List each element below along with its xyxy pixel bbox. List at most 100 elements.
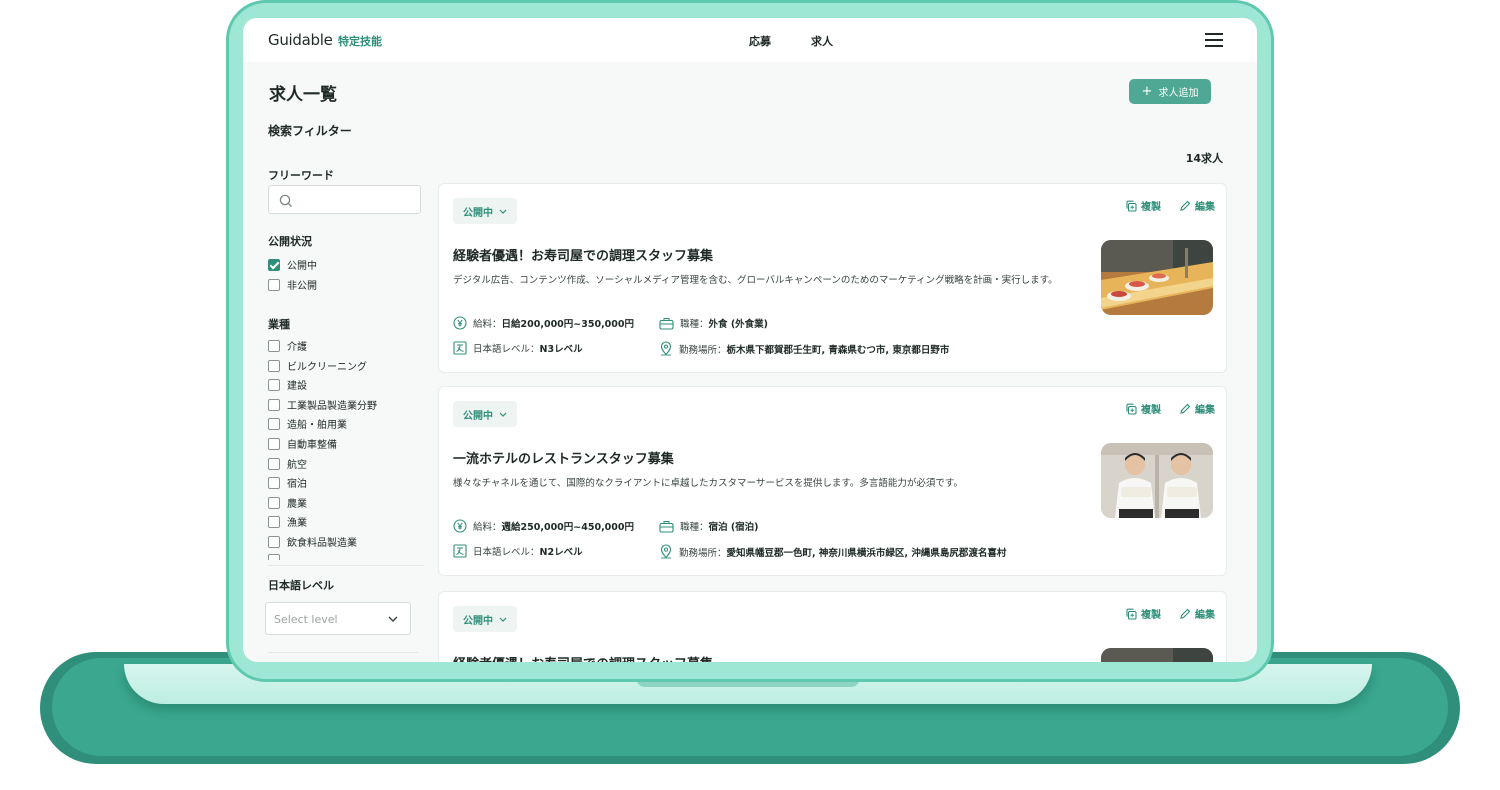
- job-description: 様々なチャネルを通じて、国際的なクライアントに卓越したカスタマーサービスを提供し…: [453, 478, 963, 489]
- edit-button[interactable]: 編集: [1179, 606, 1215, 621]
- status-label: 公開中: [463, 207, 493, 219]
- sushi-photo: [1101, 648, 1213, 662]
- japanese-level-select[interactable]: Select level: [265, 602, 411, 635]
- copy-icon: [1126, 608, 1137, 620]
- japanese-level-label: 日本語レベル: [268, 579, 334, 592]
- industry-label: 造船・舶用業: [287, 420, 347, 431]
- yen-icon: [453, 316, 467, 330]
- copy-button[interactable]: 複製: [1125, 198, 1161, 213]
- brand-sub-label: 特定技能: [338, 35, 382, 48]
- industry-checkbox[interactable]: 農業: [268, 495, 307, 510]
- app-header: Guidable 特定技能 応募 求人: [243, 18, 1257, 62]
- checkbox-box: [268, 359, 280, 372]
- job-type: 職種： 宿泊 (宿泊): [659, 519, 759, 533]
- pencil-icon: [1180, 200, 1191, 211]
- industry-label: 航空: [287, 460, 307, 471]
- copy-label: 複製: [1141, 610, 1161, 621]
- job-card[interactable]: 公開中 複製 編集 経験者優遇！お寿司屋での調理スタッフ募集 デジタル広告、コン…: [438, 183, 1227, 373]
- status-private-checkbox[interactable]: 非公開: [268, 277, 317, 292]
- checkbox-box: [268, 378, 280, 391]
- jobtype-label: 職種：: [680, 319, 709, 330]
- salary-value: 週給250,000円~450,000円: [501, 522, 635, 533]
- job-title[interactable]: 一流ホテルのレストランスタッフ募集: [453, 448, 674, 467]
- copy-button[interactable]: 複製: [1125, 606, 1161, 621]
- checkbox-box: [268, 437, 280, 450]
- status-published-checkbox[interactable]: 公開中: [268, 257, 317, 272]
- page-title: 求人一覧: [269, 85, 337, 105]
- job-title[interactable]: 経験者優遇！お寿司屋での調理スタッフ募集: [453, 653, 713, 662]
- checkbox-box: [268, 496, 280, 509]
- plus-icon: +: [1141, 84, 1153, 99]
- checkbox-box: [268, 554, 280, 560]
- sushi-photo: [1101, 240, 1213, 315]
- hamburger-icon[interactable]: [1205, 33, 1223, 47]
- industry-checkbox[interactable]: 宿泊: [268, 475, 307, 490]
- location-label: 勤務場所：: [679, 344, 727, 356]
- add-job-button[interactable]: + 求人追加: [1129, 79, 1211, 104]
- jobtype-value: 外食 (外食業): [708, 319, 769, 330]
- checkbox-box: [268, 278, 280, 291]
- jp-level-label: 日本語レベル：: [473, 547, 540, 558]
- job-salary: 給料： 週給250,000円~450,000円: [453, 519, 634, 533]
- status-option-label: 非公開: [287, 281, 317, 292]
- add-job-label: 求人追加: [1158, 88, 1199, 99]
- job-japanese-level: 日本語レベル： N2レベル: [453, 544, 583, 558]
- job-location: 勤務場所： 栃木県下都賀郡壬生町, 青森県むつ市, 東京都日野市: [659, 341, 949, 356]
- brand-logo[interactable]: Guidable: [268, 31, 333, 49]
- status-dropdown[interactable]: 公開中: [453, 401, 517, 427]
- industry-checkbox[interactable]: 介護: [268, 338, 307, 353]
- yen-icon: [453, 519, 467, 533]
- status-label: 公開中: [463, 615, 493, 627]
- freeword-search-input[interactable]: [268, 185, 421, 214]
- edit-label: 編集: [1195, 405, 1215, 416]
- search-icon: [279, 194, 292, 207]
- industry-checkbox[interactable]: 飲食料品製造業: [268, 534, 357, 549]
- language-icon: [453, 341, 467, 355]
- edit-button[interactable]: 編集: [1179, 401, 1215, 416]
- nav-jobs[interactable]: 求人: [811, 33, 833, 49]
- job-salary: 給料： 日給200,000円~350,000円: [453, 316, 634, 330]
- job-card[interactable]: 公開中 複製 編集 経験者優遇！お寿司屋での調理スタッフ募集: [438, 591, 1227, 662]
- language-icon: [453, 544, 467, 558]
- checkbox-box: [268, 398, 280, 411]
- status-dropdown[interactable]: 公開中: [453, 606, 517, 632]
- status-dropdown[interactable]: 公開中: [453, 198, 517, 224]
- location-label: 勤務場所：: [679, 547, 727, 559]
- industry-checkbox[interactable]: 漁業: [268, 514, 307, 529]
- industry-checkbox[interactable]: 自動車整備: [268, 436, 337, 451]
- job-japanese-level: 日本語レベル： N3レベル: [453, 341, 583, 355]
- pencil-icon: [1180, 608, 1191, 619]
- chevron-down-icon: [388, 616, 398, 622]
- location-pin-icon: [659, 341, 673, 356]
- industry-checkbox[interactable]: 造船・舶用業: [268, 416, 347, 431]
- jp-level-value: N3レベル: [539, 344, 583, 355]
- industry-label: 宿泊: [287, 479, 307, 490]
- jp-level-value: N2レベル: [539, 547, 583, 558]
- job-card[interactable]: 公開中 複製 編集 一流ホテルのレストランスタッフ募集 様々なチャネルを通じて、…: [438, 386, 1227, 576]
- industry-checkbox[interactable]: 工業製品製造業分野: [268, 397, 377, 412]
- jp-level-label: 日本語レベル：: [473, 344, 540, 355]
- edit-button[interactable]: 編集: [1179, 198, 1215, 213]
- copy-label: 複製: [1141, 405, 1161, 416]
- industry-label: 漁業: [287, 518, 307, 529]
- industry-checkbox[interactable]: 建設: [268, 377, 307, 392]
- location-value: 栃木県下都賀郡壬生町, 青森県むつ市, 東京都日野市: [726, 344, 950, 356]
- filter-sidebar: 検索フィルター フリーワード 公開状況 公開中 非公開 業種 介護 ビルクリーニ…: [265, 122, 424, 662]
- copy-button[interactable]: 複製: [1125, 401, 1161, 416]
- industry-label: 建設: [287, 381, 307, 392]
- checkbox-box: [268, 515, 280, 528]
- industry-checkbox[interactable]: [268, 554, 287, 560]
- copy-icon: [1126, 200, 1137, 212]
- industry-checkbox[interactable]: ビルクリーニング: [268, 358, 367, 373]
- industry-list[interactable]: 介護 ビルクリーニング 建設 工業製品製造業分野 造船・舶用業 自動車整備 航空…: [268, 334, 424, 560]
- nav-applications[interactable]: 応募: [749, 33, 771, 49]
- industry-label: 工業製品製造業分野: [287, 401, 377, 412]
- freeword-label: フリーワード: [268, 169, 334, 182]
- edit-label: 編集: [1195, 202, 1215, 213]
- salary-value: 日給200,000円~350,000円: [501, 319, 635, 330]
- industry-checkbox[interactable]: 航空: [268, 456, 307, 471]
- checkbox-box: [268, 535, 280, 548]
- filter-title: 検索フィルター: [268, 124, 352, 138]
- job-title[interactable]: 経験者優遇！お寿司屋での調理スタッフ募集: [453, 245, 713, 264]
- checkbox-box: [268, 339, 280, 352]
